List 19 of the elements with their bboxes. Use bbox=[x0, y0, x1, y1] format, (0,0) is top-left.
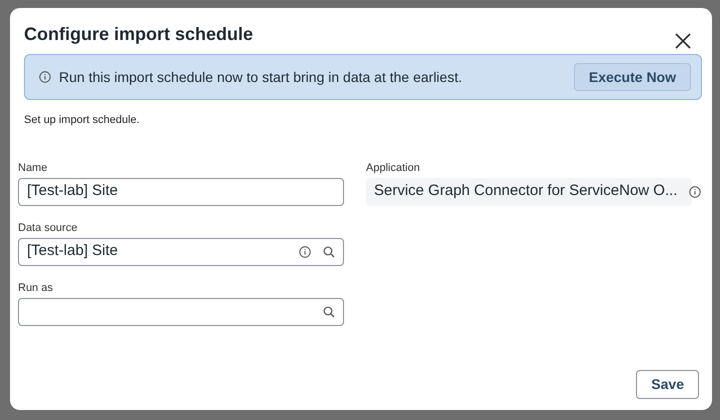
dialog-title: Configure import schedule bbox=[24, 23, 254, 46]
execute-now-button[interactable]: Execute Now bbox=[574, 63, 691, 91]
field-label: Name bbox=[18, 162, 48, 174]
field-label: Run as bbox=[18, 282, 54, 294]
info-icon bbox=[299, 246, 311, 258]
input-field[interactable]: [Test-lab] Site bbox=[18, 178, 344, 206]
info-icon bbox=[39, 71, 51, 83]
intro-text: Set up import schedule. bbox=[24, 113, 141, 128]
close-icon bbox=[675, 33, 691, 49]
search-icon[interactable] bbox=[323, 306, 335, 318]
info-icon bbox=[689, 186, 702, 198]
input-field[interactable]: [Test-lab] Site bbox=[18, 238, 344, 266]
save-button[interactable]: Save bbox=[636, 370, 699, 399]
search-icon[interactable] bbox=[323, 246, 335, 258]
field-label: Data source bbox=[18, 222, 78, 234]
field-label: Application bbox=[366, 162, 421, 174]
input-field[interactable] bbox=[18, 298, 344, 326]
close-button[interactable] bbox=[674, 32, 692, 50]
banner-message: Run this import schedule now to start bring in data at the earliest. bbox=[59, 68, 464, 87]
